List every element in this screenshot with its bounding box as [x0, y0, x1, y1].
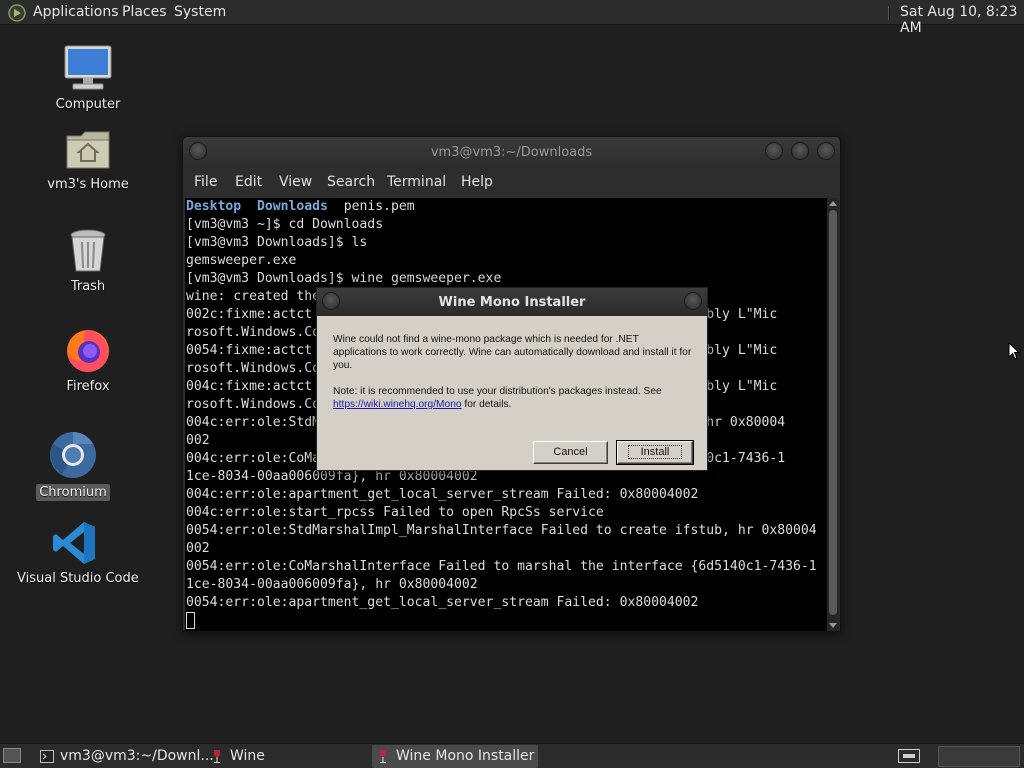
- taskbar-terminal-label: vm3@vm3:~/Downl...: [60, 748, 214, 764]
- firefox-icon: [67, 330, 109, 372]
- ls-dir-desktop: Desktop: [186, 199, 242, 214]
- chromium-label: Chromium: [36, 484, 110, 501]
- note-prefix: Note: it is recommended to use your dist…: [333, 386, 662, 397]
- terminal-line: [vm3@vm3 Downloads]$ wine gemsweeper.exe: [186, 271, 502, 286]
- workspace-switcher[interactable]: [938, 746, 1020, 767]
- terminal-line: [vm3@vm3 ~]$ cd Downloads: [186, 217, 384, 232]
- terminal-titlebar[interactable]: vm3@vm3:~/Downloads: [183, 137, 840, 167]
- menu-view[interactable]: View: [279, 174, 312, 190]
- terminal-line: Desktop Downloads penis.pem: [186, 198, 827, 216]
- mono-wiki-link[interactable]: https://wiki.winehq.org/Mono: [333, 399, 462, 410]
- trash-icon: [70, 229, 106, 272]
- terminal-line: 1ce-8034-00aa006009fa}, hr 0x80004002: [186, 577, 478, 592]
- terminal-scrollbar[interactable]: [827, 198, 839, 631]
- dialog-message: Wine could not find a wine-mono package …: [333, 333, 693, 424]
- terminal-line: 004c:err:ole:apartment_get_local_server_…: [186, 487, 699, 502]
- panel-separator: [888, 6, 890, 20]
- wine-glass-icon: [214, 750, 220, 763]
- clock[interactable]: Sat Aug 10, 8:23 AM: [900, 4, 1024, 36]
- firefox-label: Firefox: [66, 379, 110, 394]
- scroll-up-arrow-icon[interactable]: [829, 201, 837, 206]
- desktop-icon-computer[interactable]: Computer: [28, 44, 148, 113]
- terminal-line: 0054:err:ole:CoMarshalInterface Failed t…: [186, 559, 817, 574]
- ls-file: penis.pem: [327, 199, 415, 214]
- computer-label: Computer: [55, 97, 121, 112]
- top-panel: Applications Places System Sat Aug 10, 8…: [0, 0, 1024, 36]
- install-button[interactable]: Install: [616, 440, 694, 465]
- terminal-line: 002: [186, 541, 210, 556]
- scroll-down-arrow-icon[interactable]: [829, 623, 837, 628]
- taskbar-item-terminal[interactable]: vm3@vm3:~/Downl...: [36, 745, 214, 768]
- terminal-line: 0054:err:ole:StdMarshalImpl_MarshalInter…: [186, 523, 817, 538]
- scrollbar-thumb[interactable]: [829, 210, 837, 615]
- minimize-button[interactable]: [765, 142, 783, 160]
- show-desktop-icon[interactable]: [3, 748, 21, 763]
- menu-search[interactable]: Search: [327, 174, 375, 190]
- dialog-paragraph-main: Wine could not find a wine-mono package …: [333, 334, 692, 371]
- note-suffix: for details.: [461, 399, 512, 410]
- menu-file[interactable]: File: [194, 174, 217, 190]
- home-label: vm3's Home: [47, 177, 129, 192]
- terminal-line: 004c:err:ole:start_rpcss Failed to open …: [186, 505, 604, 520]
- computer-icon: [64, 45, 112, 90]
- taskbar-wine-label: Wine: [230, 748, 265, 764]
- places-menu[interactable]: Places: [122, 4, 167, 20]
- terminal-prompt-line: [186, 612, 827, 630]
- terminal-cursor: [186, 612, 195, 629]
- applications-menu[interactable]: Applications: [33, 4, 119, 20]
- bottom-taskbar: vm3@vm3:~/Downl... Wine Wine Mono Instal…: [0, 743, 1024, 768]
- terminal-line: gemsweeper.exe: [186, 253, 297, 268]
- ls-dir-downloads: Downloads: [256, 199, 328, 214]
- chromium-icon: [50, 432, 96, 478]
- vscode-label: Visual Studio Code: [17, 571, 139, 586]
- install-button-label: Install: [627, 445, 683, 459]
- maximize-button[interactable]: [791, 142, 809, 160]
- dialog-close-button[interactable]: [684, 292, 702, 310]
- mouse-pointer-icon: [1008, 342, 1020, 360]
- dialog-titlebar[interactable]: Wine Mono Installer: [317, 288, 707, 316]
- menu-terminal[interactable]: Terminal: [387, 174, 446, 190]
- wine-glass-icon: [380, 750, 386, 763]
- desktop-icon-trash[interactable]: Trash: [28, 228, 148, 295]
- system-menu[interactable]: System: [174, 4, 226, 20]
- menu-edit[interactable]: Edit: [235, 174, 262, 190]
- desktop-icon-home[interactable]: vm3's Home: [28, 128, 148, 193]
- terminal-menubar: File Edit View Search Terminal Help: [183, 169, 840, 195]
- dialog-paragraph-note: Note: it is recommended to use your dist…: [333, 385, 693, 411]
- terminal-line: 0054:err:ole:apartment_get_local_server_…: [186, 595, 699, 610]
- terminal-line: [vm3@vm3 Downloads]$ ls: [186, 235, 368, 250]
- tray-keyboard-icon[interactable]: [898, 749, 920, 763]
- terminal-title: vm3@vm3:~/Downloads: [430, 145, 593, 160]
- applications-logo-icon[interactable]: [8, 4, 26, 22]
- wine-mono-installer-dialog: Wine Mono Installer Wine could not find …: [316, 287, 708, 471]
- cancel-button[interactable]: Cancel: [533, 441, 608, 464]
- close-button[interactable]: [817, 142, 835, 160]
- trash-label: Trash: [70, 279, 106, 294]
- menu-help[interactable]: Help: [461, 174, 493, 190]
- taskbar-mono-label: Wine Mono Installer: [396, 748, 535, 764]
- desktop-icon-firefox[interactable]: Firefox: [28, 326, 148, 395]
- home-folder-icon: [66, 131, 110, 169]
- dialog-title: Wine Mono Installer: [438, 295, 586, 310]
- terminal-icon: [40, 750, 54, 763]
- vscode-icon: [53, 522, 95, 564]
- desktop-icon-vscode[interactable]: Visual Studio Code: [14, 520, 139, 587]
- taskbar-item-wine[interactable]: Wine: [206, 745, 366, 768]
- taskbar-item-wine-mono-installer[interactable]: Wine Mono Installer: [372, 745, 538, 768]
- desktop-icon-chromium[interactable]: Chromium: [13, 430, 133, 501]
